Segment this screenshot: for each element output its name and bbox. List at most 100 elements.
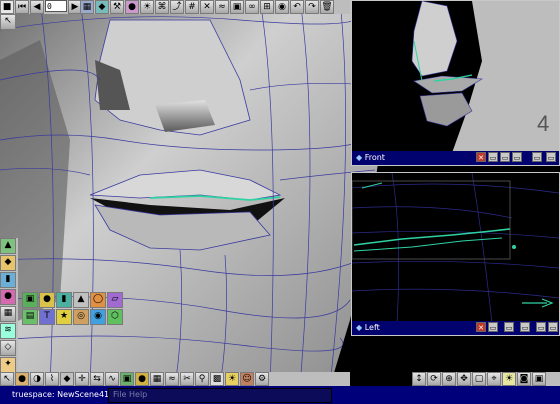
box-icon[interactable]: ▤ — [22, 309, 38, 325]
text-icon[interactable]: T — [39, 309, 55, 325]
deform-icon[interactable]: ✕ — [200, 0, 214, 14]
scene-icon[interactable]: ▦ — [80, 0, 94, 14]
face-tool-icon[interactable]: ▦ — [0, 306, 16, 322]
snap-icon[interactable]: ⌖ — [487, 372, 501, 386]
fit-icon[interactable]: ▢ — [472, 372, 486, 386]
material-icon[interactable]: ● — [125, 0, 139, 14]
front-view-option-3[interactable]: ▭ — [512, 152, 522, 162]
pan-icon[interactable]: ✥ — [457, 372, 471, 386]
menu-help[interactable]: Help — [129, 390, 147, 399]
light-icon[interactable]: ☀ — [502, 372, 516, 386]
rewind-icon[interactable]: ⏮ — [15, 0, 29, 14]
tool-icon[interactable]: ⚒ — [110, 0, 124, 14]
trash-icon[interactable]: 🗑 — [320, 0, 334, 14]
gear-tool-icon[interactable]: ⚙ — [255, 372, 269, 386]
sweep-tool-icon[interactable]: ≋ — [0, 323, 16, 339]
bevel-tool-icon[interactable]: ◇ — [0, 340, 16, 356]
cube-tool-icon[interactable]: ▣ — [120, 372, 134, 386]
bottom-right-toolbar: ↕ ⟳ ⊕ ✥ ▢ ⌖ ☀ ◙ ▣ — [412, 372, 560, 386]
rotate-icon[interactable]: ⟳ — [427, 372, 441, 386]
object-tool-icon[interactable]: ↖ — [0, 372, 14, 386]
left-view-option-5[interactable]: ▭ — [548, 322, 558, 332]
grid-tool-icon[interactable]: ▦ — [150, 372, 164, 386]
mesh-tool-icon[interactable]: ▲ — [0, 238, 16, 254]
link-icon[interactable]: ∞ — [245, 0, 259, 14]
nav-icon[interactable]: ↕ — [412, 372, 426, 386]
paint-tool-icon[interactable]: ● — [0, 289, 16, 305]
cube-icon[interactable]: ▣ — [22, 292, 38, 308]
select-tool[interactable]: ↖ — [0, 14, 16, 30]
left-view-option-2[interactable]: ▭ — [504, 322, 514, 332]
front-view-canvas: 4 — [411, 1, 559, 153]
arrow-icon[interactable]: ↖ — [0, 14, 16, 30]
close-front-button[interactable]: ✕ — [476, 152, 486, 162]
poly-icon[interactable]: ⬡ — [107, 309, 123, 325]
star-icon[interactable]: ★ — [56, 309, 72, 325]
viewport-icon: ◆ — [356, 323, 363, 332]
ball-tool-icon[interactable]: ● — [135, 372, 149, 386]
scissors-tool-icon[interactable]: ✂ — [180, 372, 194, 386]
left-view-canvas — [352, 173, 559, 323]
front-view-option-1[interactable]: ▭ — [488, 152, 498, 162]
ring-icon[interactable]: ◎ — [73, 309, 89, 325]
menu-file[interactable]: File — [113, 390, 126, 399]
main-toolbar: ▦ ◆ ⚒ ● ☀ ⌘ ⤴ # ✕ ≈ ▣ ∞ ⊞ ◉ ↶ ↷ 🗑 — [80, 0, 350, 14]
front-viewport-number: 4 — [537, 111, 549, 136]
left-view-vertex — [512, 245, 516, 249]
light-icon[interactable]: ☀ — [140, 0, 154, 14]
cylinder-icon[interactable]: ▮ — [56, 292, 72, 308]
brush-tool-icon[interactable]: ⌇ — [45, 372, 59, 386]
tip-tool-icon[interactable]: ✦ — [0, 357, 16, 373]
left-view-option-3[interactable]: ▭ — [520, 322, 530, 332]
ball-icon[interactable]: ◉ — [90, 309, 106, 325]
left-palette: ▲ ◆ ▮ ● ▦ ≋ ◇ ✦ — [0, 238, 18, 384]
checker-tool-icon[interactable]: ▩ — [210, 372, 224, 386]
waves-tool-icon[interactable]: ≈ — [165, 372, 179, 386]
spline-tool-icon[interactable]: ∿ — [105, 372, 119, 386]
front-view-option-5[interactable]: ▭ — [546, 152, 556, 162]
person-tool-icon[interactable]: ☺ — [240, 372, 254, 386]
frame-input[interactable] — [45, 0, 67, 12]
camera-icon[interactable]: ⌘ — [155, 0, 169, 14]
group-icon[interactable]: ⊞ — [260, 0, 274, 14]
undo-icon[interactable]: ↶ — [290, 0, 304, 14]
view-icon[interactable]: ◉ — [275, 0, 289, 14]
path-icon[interactable]: ⤴ — [170, 0, 184, 14]
render-view-icon[interactable]: ▣ — [532, 372, 546, 386]
left-view-option-1[interactable]: ▭ — [488, 322, 498, 332]
front-upper-lip — [413, 75, 483, 94]
material-tool-icon[interactable]: ◆ — [60, 372, 74, 386]
torus-icon[interactable]: ◯ — [90, 292, 106, 308]
deform-tool-icon[interactable]: ⇆ — [90, 372, 104, 386]
front-view-option-4[interactable]: ▭ — [532, 152, 542, 162]
grid-icon[interactable]: # — [185, 0, 199, 14]
render-icon[interactable]: ▣ — [230, 0, 244, 14]
joint-tool-icon[interactable]: ⚲ — [195, 372, 209, 386]
status-bar: truespace: NewScene41 File Help — [0, 386, 560, 404]
menu-bar: File Help — [108, 388, 332, 403]
front-viewport[interactable]: 4 ◆ Front ✕ ▭ ▭ ▭ ▭ ▭ — [351, 0, 560, 166]
sun-tool-icon[interactable]: ☀ — [225, 372, 239, 386]
front-view-option-2[interactable]: ▭ — [500, 152, 510, 162]
vertex-tool-icon[interactable]: ◆ — [0, 255, 16, 271]
cone-icon[interactable]: ▲ — [73, 292, 89, 308]
redo-icon[interactable]: ↷ — [305, 0, 319, 14]
lathe-tool-icon[interactable]: ◑ — [30, 372, 44, 386]
crosshair-tool-icon[interactable]: ✛ — [75, 372, 89, 386]
camera-view-icon[interactable]: ◙ — [517, 372, 531, 386]
viewport-icon: ◆ — [356, 153, 363, 162]
left-viewport[interactable]: ◆ Left ✕ ▭ ▭ ▭ ▭ ▭ — [351, 172, 560, 336]
close-left-button[interactable]: ✕ — [476, 322, 486, 332]
edge-tool-icon[interactable]: ▮ — [0, 272, 16, 288]
sculpt-icon[interactable]: ≈ — [215, 0, 229, 14]
zoom-icon[interactable]: ⊕ — [442, 372, 456, 386]
plane-icon[interactable]: ▱ — [107, 292, 123, 308]
primitives-palette: ▣ ● ▮ ▲ ◯ ▱ ▤ T ★ ◎ ◉ ⬡ — [22, 292, 134, 376]
object-icon[interactable]: ◆ — [95, 0, 109, 14]
sphere-tool-icon[interactable]: ● — [15, 372, 29, 386]
prev-key-icon[interactable]: ◀ — [30, 0, 44, 14]
front-viewport-titlebar: ◆ Front ✕ ▭ ▭ ▭ ▭ ▭ — [352, 151, 559, 165]
record-icon[interactable]: ■ — [0, 0, 14, 14]
left-view-option-4[interactable]: ▭ — [536, 322, 546, 332]
sphere-icon[interactable]: ● — [39, 292, 55, 308]
